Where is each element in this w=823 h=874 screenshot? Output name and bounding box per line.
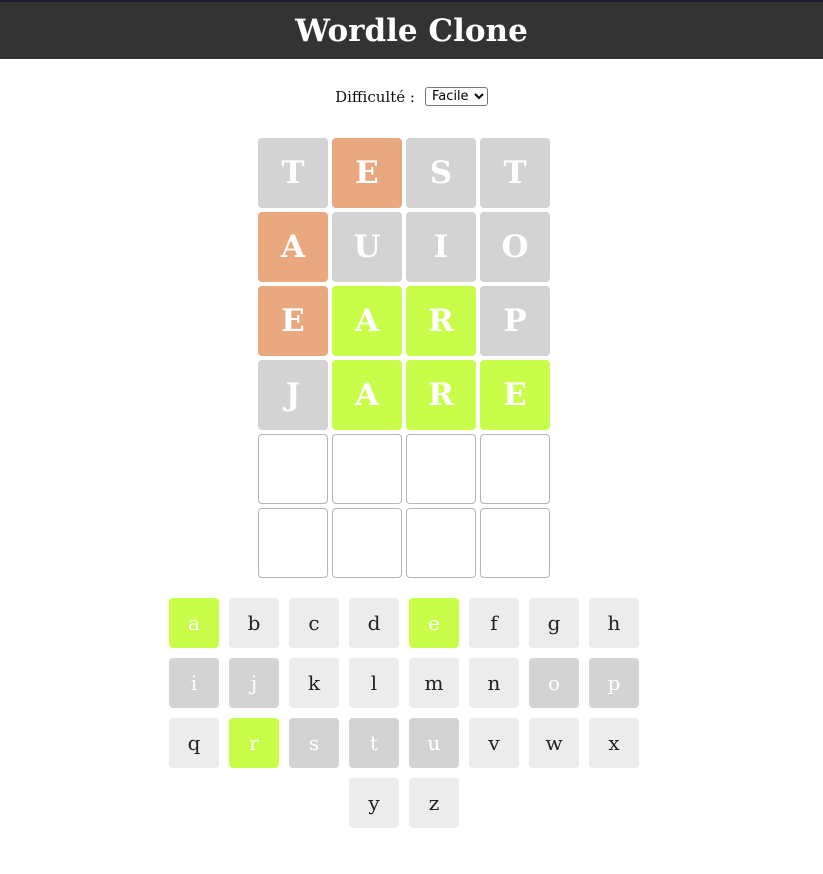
key-i[interactable]: i (169, 658, 219, 708)
difficulty-control: Difficulté : Facile (0, 87, 823, 106)
tile-r5-c2 (332, 434, 402, 504)
key-a[interactable]: a (169, 598, 219, 648)
tile-r3-c1: E (258, 286, 328, 356)
key-f[interactable]: f (469, 598, 519, 648)
tile-r6-c4 (480, 508, 550, 578)
app-title: Wordle Clone (295, 12, 528, 49)
key-q[interactable]: q (169, 718, 219, 768)
key-b[interactable]: b (229, 598, 279, 648)
keyboard-row: qrstuvwx (169, 718, 639, 768)
key-w[interactable]: w (529, 718, 579, 768)
key-g[interactable]: g (529, 598, 579, 648)
tile-r3-c4: P (480, 286, 550, 356)
key-z[interactable]: z (409, 778, 459, 828)
difficulty-select[interactable]: Facile (424, 87, 488, 106)
tile-r5-c4 (480, 434, 550, 504)
key-u[interactable]: u (409, 718, 459, 768)
tile-r3-c2: A (332, 286, 402, 356)
tile-r2-c2: U (332, 212, 402, 282)
game-board: TESTAUIOEARPJARE (258, 138, 550, 578)
key-k[interactable]: k (289, 658, 339, 708)
key-v[interactable]: v (469, 718, 519, 768)
key-j[interactable]: j (229, 658, 279, 708)
keyboard-row: yz (169, 778, 639, 828)
key-p[interactable]: p (589, 658, 639, 708)
key-s[interactable]: s (289, 718, 339, 768)
key-y[interactable]: y (349, 778, 399, 828)
tile-r6-c1 (258, 508, 328, 578)
tile-r1-c3: S (406, 138, 476, 208)
app-header: Wordle Clone (0, 0, 823, 59)
key-n[interactable]: n (469, 658, 519, 708)
key-o[interactable]: o (529, 658, 579, 708)
key-d[interactable]: d (349, 598, 399, 648)
on-screen-keyboard: abcdefgh ijklmnop qrstuvwx yz (169, 598, 639, 828)
tile-r2-c1: A (258, 212, 328, 282)
tile-r3-c3: R (406, 286, 476, 356)
tile-r5-c3 (406, 434, 476, 504)
tile-r5-c1 (258, 434, 328, 504)
tile-r2-c4: O (480, 212, 550, 282)
tile-r4-c4: E (480, 360, 550, 430)
tile-r4-c1: J (258, 360, 328, 430)
tile-r1-c1: T (258, 138, 328, 208)
tile-r1-c4: T (480, 138, 550, 208)
keyboard-row: ijklmnop (169, 658, 639, 708)
tile-r4-c3: R (406, 360, 476, 430)
key-h[interactable]: h (589, 598, 639, 648)
key-r[interactable]: r (229, 718, 279, 768)
key-x[interactable]: x (589, 718, 639, 768)
tile-r2-c3: I (406, 212, 476, 282)
key-e[interactable]: e (409, 598, 459, 648)
tile-r6-c2 (332, 508, 402, 578)
key-c[interactable]: c (289, 598, 339, 648)
key-l[interactable]: l (349, 658, 399, 708)
tile-r4-c2: A (332, 360, 402, 430)
difficulty-label: Difficulté : (335, 87, 415, 106)
keyboard-row: abcdefgh (169, 598, 639, 648)
tile-r6-c3 (406, 508, 476, 578)
key-m[interactable]: m (409, 658, 459, 708)
tile-r1-c2: E (332, 138, 402, 208)
key-t[interactable]: t (349, 718, 399, 768)
